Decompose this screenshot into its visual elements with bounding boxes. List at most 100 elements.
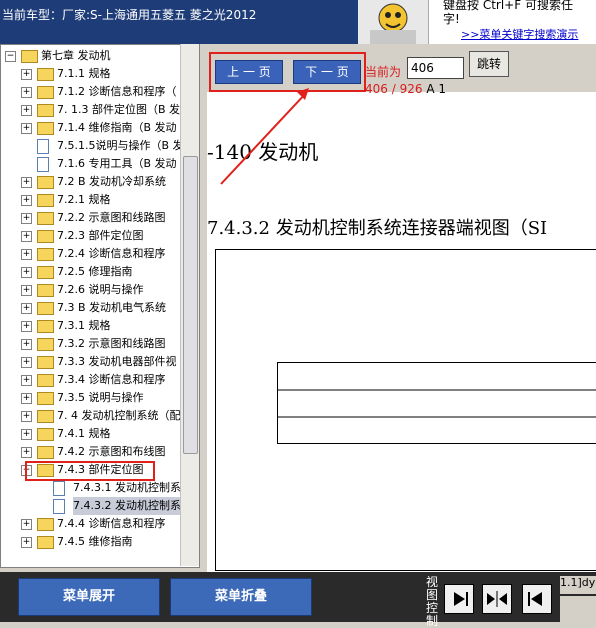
tree-item[interactable]: +7.2.6 说明与操作 bbox=[1, 281, 181, 299]
expander-icon[interactable]: + bbox=[21, 267, 32, 278]
expander-icon[interactable]: + bbox=[21, 447, 32, 458]
view-left-icon[interactable] bbox=[522, 584, 552, 614]
tree-item[interactable]: +7.4.1 规格 bbox=[1, 425, 181, 443]
expander-icon[interactable]: + bbox=[21, 537, 32, 548]
folder-icon bbox=[37, 518, 54, 531]
connector-end-view bbox=[277, 362, 596, 444]
tree-item-label: 7.3 B 发动机电气系统 bbox=[57, 301, 167, 314]
title-bar: 当前车型：厂家:S-上海通用五菱五 菱之光2012 bbox=[0, 0, 358, 44]
folder-icon bbox=[37, 248, 54, 261]
tree-item[interactable]: +7.1.4 维修指南（B 发动 bbox=[1, 119, 181, 137]
view-split-icon[interactable] bbox=[482, 584, 512, 614]
expander-icon[interactable]: + bbox=[21, 249, 32, 260]
folder-icon bbox=[37, 536, 54, 549]
expand-menu-button[interactable]: 菜单展开 bbox=[18, 578, 160, 616]
tree-item-label: 7.2 B 发动机冷却系统 bbox=[57, 175, 167, 188]
expander-icon[interactable]: + bbox=[21, 303, 32, 314]
annotation-arrow bbox=[220, 88, 309, 185]
tree-item[interactable]: +7.4.2 示意图和布线图 bbox=[1, 443, 181, 461]
folder-icon bbox=[37, 338, 54, 351]
tree-scrollbar[interactable] bbox=[180, 44, 199, 566]
expander-icon[interactable]: + bbox=[21, 357, 32, 368]
expander-icon[interactable]: + bbox=[21, 411, 32, 422]
tree-item-label: 7.4.2 示意图和布线图 bbox=[57, 445, 166, 458]
folder-icon bbox=[37, 284, 54, 297]
expander-icon[interactable]: + bbox=[21, 195, 32, 206]
expander-icon[interactable]: + bbox=[21, 213, 32, 224]
tree-item[interactable]: +7.2 B 发动机冷却系统 bbox=[1, 173, 181, 191]
tree-item[interactable]: +7.1.1 规格 bbox=[1, 65, 181, 83]
tree-item-label: 7.2.6 说明与操作 bbox=[57, 283, 144, 296]
document-icon bbox=[37, 157, 49, 172]
tree-item[interactable]: +7.3.5 说明与操作 bbox=[1, 389, 181, 407]
selected-item-highlight bbox=[25, 461, 155, 481]
expander-icon[interactable]: + bbox=[21, 87, 32, 98]
tree-item[interactable]: +7.4.4 诊断信息和程序 bbox=[1, 515, 181, 533]
tree-item[interactable]: −7.4.3 部件定位图 bbox=[1, 461, 181, 481]
expander-icon[interactable]: + bbox=[21, 321, 32, 332]
tree-item[interactable]: +7.3.3 发动机电器部件视 bbox=[1, 353, 181, 371]
view-right-icon[interactable] bbox=[444, 584, 474, 614]
search-demo-link[interactable]: >>菜单关键字搜索演示 bbox=[461, 26, 578, 42]
expander-icon[interactable]: + bbox=[21, 105, 32, 116]
expander-icon[interactable]: + bbox=[21, 285, 32, 296]
tree-item-label: 7.1.6 专用工具（B 发动 bbox=[57, 157, 177, 170]
folder-icon bbox=[37, 230, 54, 243]
expander-icon[interactable]: + bbox=[21, 339, 32, 350]
tree-item[interactable]: +7. 4 发动机控制系统（配 bbox=[1, 407, 181, 425]
expander-icon[interactable]: + bbox=[21, 123, 32, 134]
expander-icon[interactable]: + bbox=[21, 519, 32, 530]
expander-icon[interactable]: + bbox=[21, 177, 32, 188]
expander-icon[interactable]: + bbox=[21, 69, 32, 80]
help-box: 键盘按 Ctrl+F 可搜索任 字! >>菜单关键字搜索演示 bbox=[428, 0, 596, 44]
tree-item[interactable]: +7.2.1 规格 bbox=[1, 191, 181, 209]
tree-item[interactable]: +7.1.2 诊断信息和程序（ bbox=[1, 83, 181, 101]
tree-item-label: 7.4.3.1 发动机控制系 bbox=[73, 481, 181, 494]
tree-item[interactable]: +7.2.3 部件定位图 bbox=[1, 227, 181, 245]
tree-item-label: 7.1.4 维修指南（B 发动 bbox=[57, 121, 177, 134]
folder-icon bbox=[37, 68, 54, 81]
tree-item[interactable]: +7.2.4 诊断信息和程序 bbox=[1, 245, 181, 263]
tree-item-label: 7. 4 发动机控制系统（配 bbox=[57, 409, 181, 422]
tree-item[interactable]: − 第七章 发动机 bbox=[1, 47, 181, 65]
tree-item-label: 7.3.1 规格 bbox=[57, 319, 111, 332]
folder-icon bbox=[37, 104, 54, 117]
tree-item-label: 7.3.2 示意图和线路图 bbox=[57, 337, 166, 350]
tree-item-label: 7.3.3 发动机电器部件视 bbox=[57, 355, 177, 368]
vehicle-title: 当前车型：厂家:S-上海通用五菱五 菱之光2012 bbox=[2, 8, 257, 22]
tree-item[interactable]: +7.3.4 诊断信息和程序 bbox=[1, 371, 181, 389]
help-line-1: 键盘按 Ctrl+F 可搜索任 bbox=[443, 0, 573, 12]
folder-icon bbox=[37, 410, 54, 423]
tree-item[interactable]: 7.5.1.5说明与操作（B 发 bbox=[1, 137, 184, 155]
expander-icon[interactable]: + bbox=[21, 375, 32, 386]
tree-item[interactable]: +7.3.2 示意图和线路图 bbox=[1, 335, 181, 353]
tree-item[interactable]: +7.2.2 示意图和线路图 bbox=[1, 209, 181, 227]
tree-item[interactable]: +7.3 B 发动机电气系统 bbox=[1, 299, 181, 317]
tree-item[interactable]: +7.2.5 修理指南 bbox=[1, 263, 181, 281]
tree-item-label: 7.4.4 诊断信息和程序 bbox=[57, 517, 166, 530]
tree-item[interactable]: +7. 1.3 部件定位图（B 发 bbox=[1, 101, 181, 119]
tree-item-label: 7.2.2 示意图和线路图 bbox=[57, 211, 166, 224]
expander-icon[interactable]: + bbox=[21, 429, 32, 440]
tree-item[interactable]: 7.1.6 专用工具（B 发动 bbox=[1, 155, 181, 173]
folder-icon bbox=[37, 266, 54, 279]
expander-icon[interactable]: + bbox=[21, 393, 32, 404]
expander-icon[interactable]: − bbox=[5, 51, 16, 62]
tree-item-label: 第七章 发动机 bbox=[41, 49, 111, 62]
document-icon bbox=[53, 481, 65, 496]
bottom-toolbar: 菜单展开 菜单折叠 视图控制 1.1]dy bbox=[0, 572, 596, 628]
chapter-tree: − 第七章 发动机 +7.1.1 规格 +7.1.2 诊断信息和程序（ +7. 1.3 … bbox=[0, 44, 200, 568]
tree-item[interactable]: +7.4.5 维修指南 bbox=[1, 533, 181, 551]
folder-icon bbox=[37, 212, 54, 225]
tree-item[interactable]: 7.4.3.2 发动机控制系 bbox=[1, 497, 181, 515]
tree-item[interactable]: 7.4.3.1 发动机控制系 bbox=[1, 479, 181, 497]
tree-item-label: 7.4.1 规格 bbox=[57, 427, 111, 440]
collapse-menu-button[interactable]: 菜单折叠 bbox=[170, 578, 312, 616]
document-icon bbox=[37, 139, 49, 154]
folder-icon bbox=[37, 176, 54, 189]
expander-icon[interactable]: + bbox=[21, 231, 32, 242]
folder-icon bbox=[21, 50, 38, 63]
tree-item[interactable]: +7.3.1 规格 bbox=[1, 317, 181, 335]
status-area bbox=[560, 596, 596, 622]
scroll-thumb[interactable] bbox=[183, 156, 198, 454]
